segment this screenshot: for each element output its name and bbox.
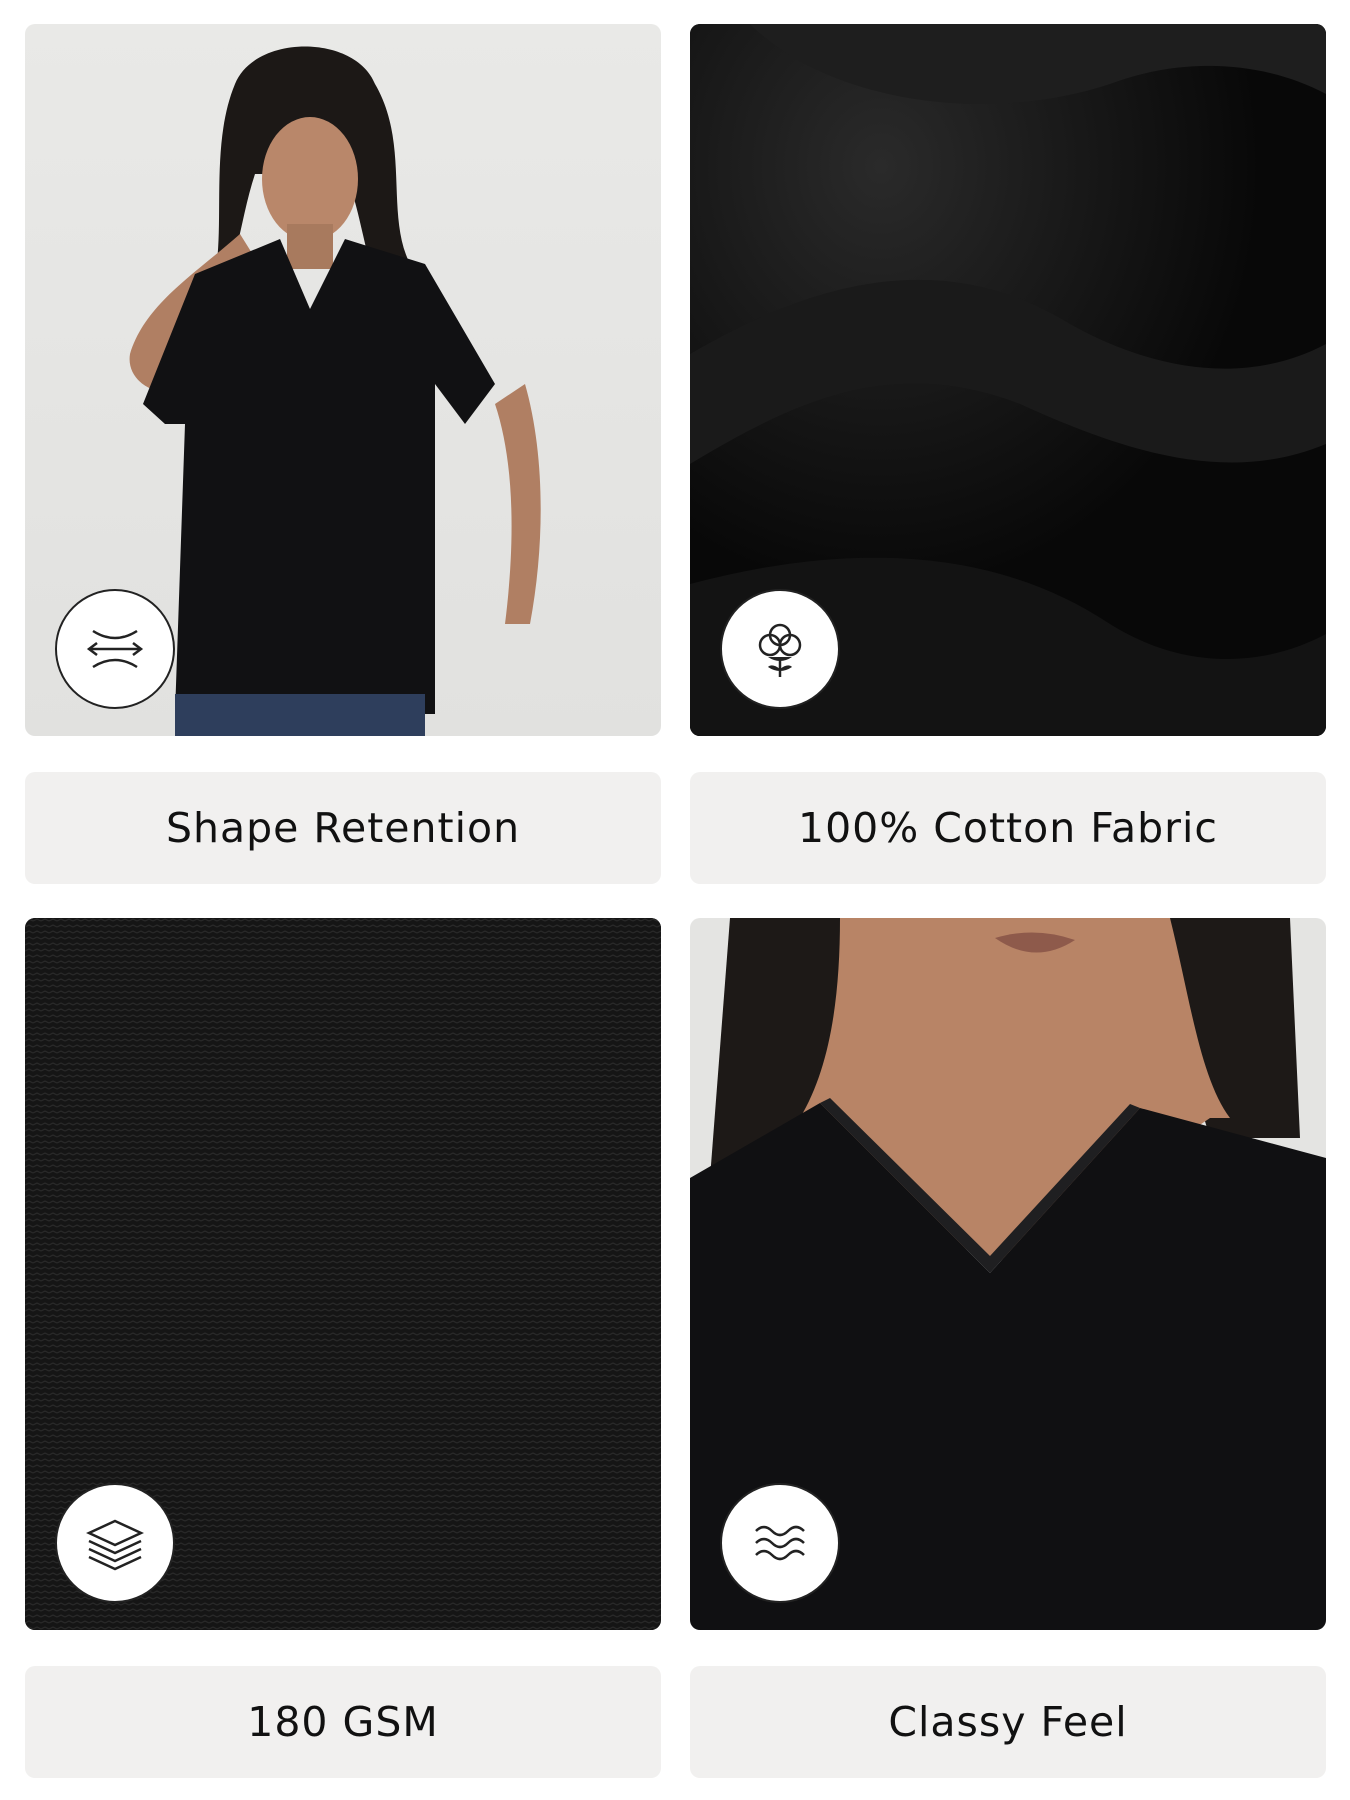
layers-icon	[55, 1483, 175, 1603]
neckline-closeup-tile	[690, 918, 1326, 1630]
feature-label-gsm: 180 GSM	[25, 1666, 661, 1778]
feature-label-text: Classy Feel	[888, 1698, 1128, 1746]
feature-label-text: Shape Retention	[165, 804, 521, 852]
knit-texture-tile	[25, 918, 661, 1630]
feature-label-shape-retention: Shape Retention	[25, 772, 661, 884]
waves-icon	[720, 1483, 840, 1603]
feature-label-text: 180 GSM	[247, 1698, 439, 1746]
feature-label-classy-feel: Classy Feel	[690, 1666, 1326, 1778]
feature-label-text: 100% Cotton Fabric	[798, 804, 1218, 852]
cotton-flower-icon	[720, 589, 840, 709]
feature-label-cotton-fabric: 100% Cotton Fabric	[690, 772, 1326, 884]
model-photo-tile	[25, 24, 661, 736]
fabric-drape-tile	[690, 24, 1326, 736]
stretch-arrows-icon	[55, 589, 175, 709]
